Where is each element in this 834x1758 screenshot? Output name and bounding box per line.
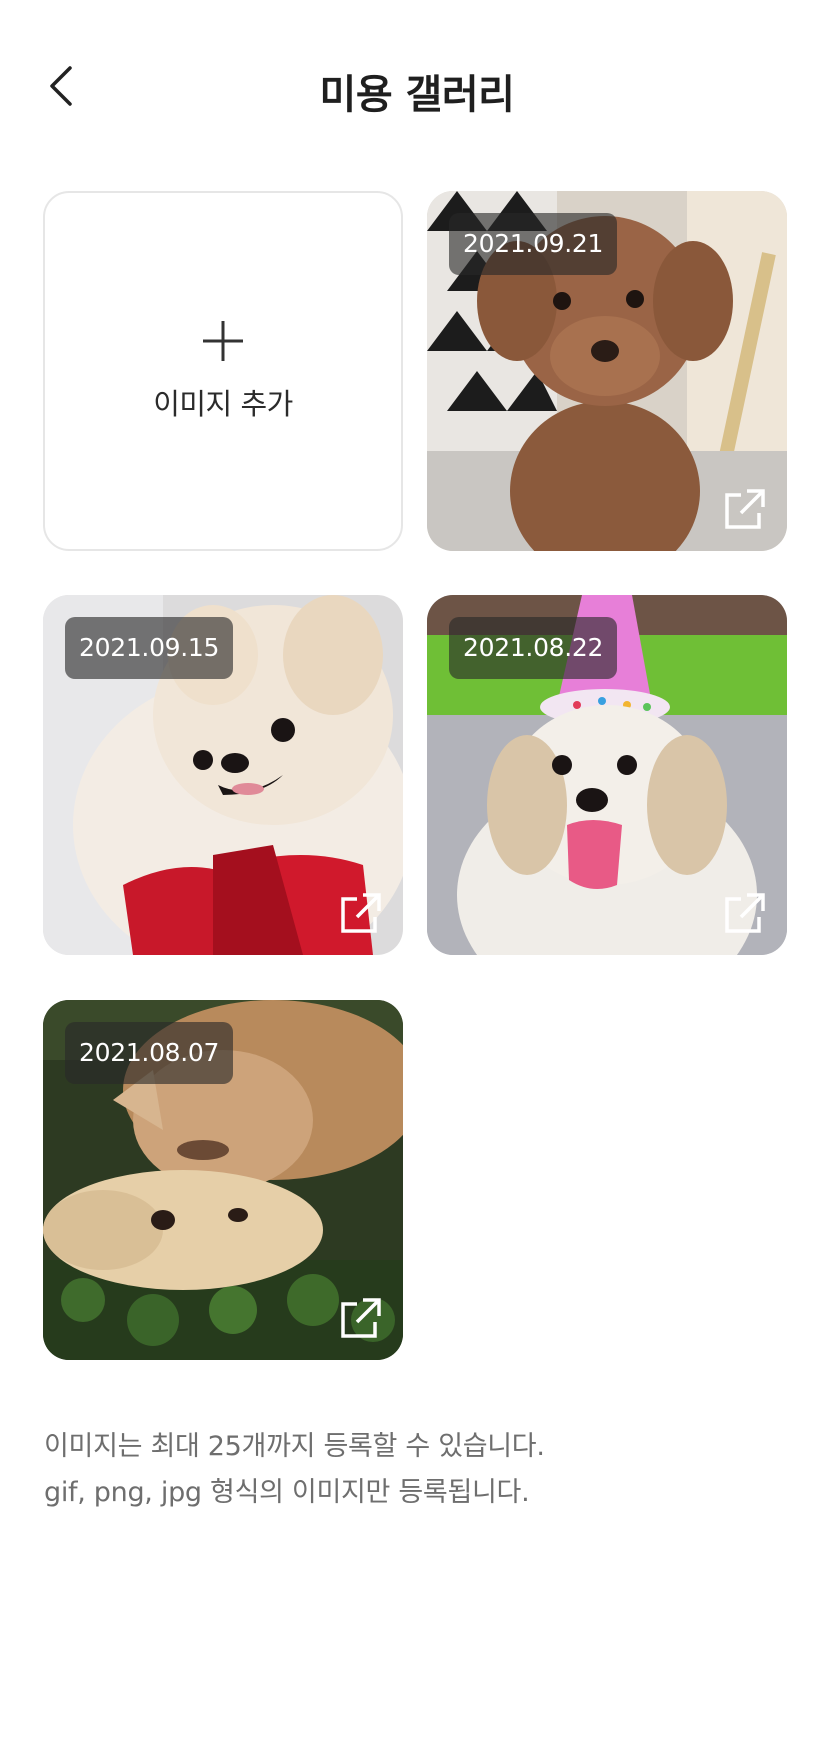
add-image-button[interactable]: 이미지 추가 bbox=[43, 191, 403, 551]
notice-line-2: gif, png, jpg 형식의 이미지만 등록됩니다. bbox=[44, 1477, 530, 1508]
gallery-item[interactable]: 2021.08.07 bbox=[43, 1000, 403, 1360]
external-link-icon[interactable] bbox=[719, 887, 771, 939]
external-link-icon[interactable] bbox=[335, 1292, 387, 1344]
notice-line-1: 이미지는 최대 25개까지 등록할 수 있습니다. bbox=[44, 1431, 545, 1462]
page-title: 미용 갤러리 bbox=[319, 72, 515, 118]
gallery-item[interactable]: 2021.09.15 bbox=[43, 595, 403, 955]
external-link-icon[interactable] bbox=[335, 887, 387, 939]
date-badge: 2021.09.15 bbox=[65, 617, 234, 679]
date-badge: 2021.08.22 bbox=[449, 617, 618, 679]
gallery-item[interactable]: 2021.09.21 bbox=[427, 191, 787, 551]
add-image-label: 이미지 추가 bbox=[153, 387, 293, 421]
external-link-icon[interactable] bbox=[719, 483, 771, 535]
plus-icon bbox=[201, 319, 245, 363]
gallery-page: 미용 갤러리 이미지 추가 2021.09.21 2021.09.15 2021… bbox=[0, 0, 834, 1758]
date-badge: 2021.08.07 bbox=[65, 1022, 234, 1084]
top-bar: 미용 갤러리 bbox=[0, 40, 834, 140]
date-badge: 2021.09.21 bbox=[449, 213, 618, 275]
upload-notice: 이미지는 최대 25개까지 등록할 수 있습니다. gif, png, jpg … bbox=[44, 1424, 804, 1516]
gallery-item[interactable]: 2021.08.22 bbox=[427, 595, 787, 955]
